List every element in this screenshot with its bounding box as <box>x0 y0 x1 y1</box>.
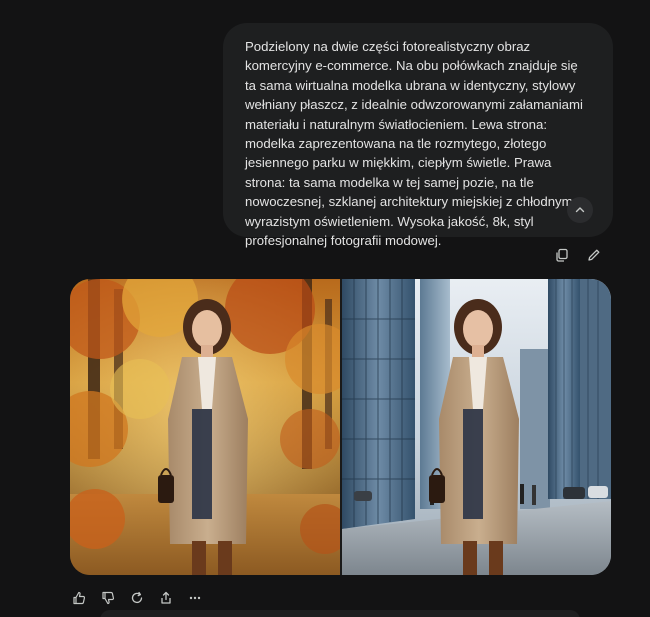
regenerate-button[interactable] <box>128 589 146 607</box>
thumbs-down-button[interactable] <box>99 589 117 607</box>
response-actions <box>70 589 204 607</box>
thumbs-down-icon <box>102 591 115 605</box>
share-icon <box>161 591 171 604</box>
more-icon <box>189 596 201 600</box>
regenerate-icon <box>131 591 143 604</box>
chat-page: Podzielony na dwie części fotorealistycz… <box>0 0 650 617</box>
copy-button[interactable] <box>553 246 571 264</box>
generated-image-canvas <box>70 279 611 575</box>
edit-button[interactable] <box>585 246 603 264</box>
copy-icon <box>556 248 568 262</box>
thumbs-up-button[interactable] <box>70 589 88 607</box>
image-divider <box>340 279 342 575</box>
share-button[interactable] <box>157 589 175 607</box>
more-button[interactable] <box>186 589 204 607</box>
user-message-actions <box>553 246 603 264</box>
edit-icon <box>588 249 600 261</box>
user-message-text: Podzielony na dwie części fotorealistycz… <box>245 39 583 249</box>
chevron-up-icon <box>575 207 585 213</box>
next-message-preview <box>100 610 580 617</box>
collapse-button[interactable] <box>567 197 593 223</box>
user-message-bubble: Podzielony na dwie części fotorealistycz… <box>223 23 613 248</box>
thumbs-up-icon <box>73 591 86 605</box>
generated-image[interactable] <box>70 279 611 575</box>
